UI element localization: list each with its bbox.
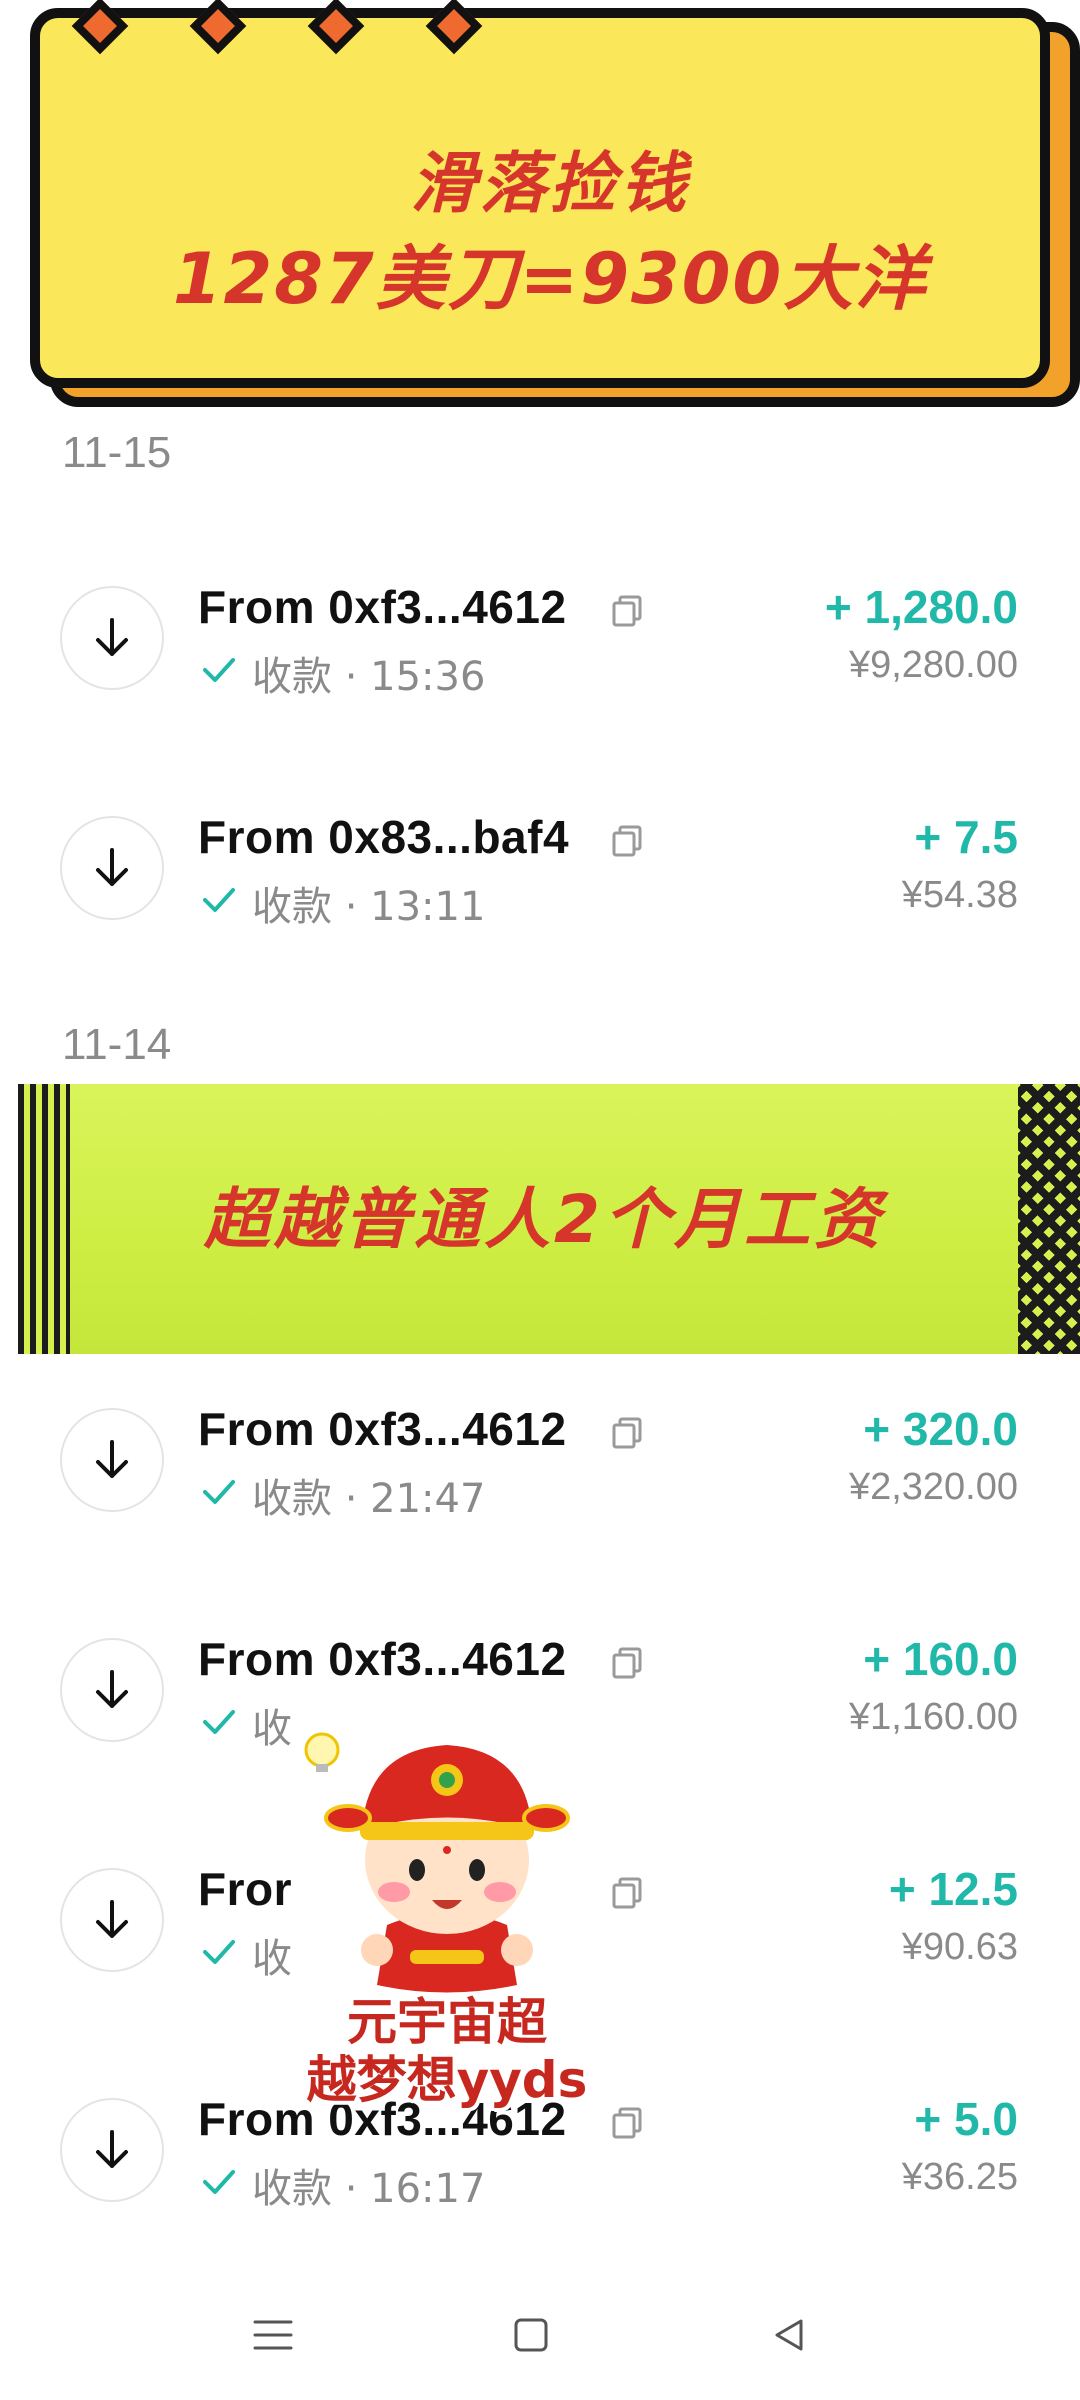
transaction-amount: + 320.0: [863, 1403, 1018, 1455]
check-icon: [202, 1938, 236, 1970]
arrow-down-icon: [60, 1408, 164, 1512]
decor-diamond: [425, 0, 483, 55]
transaction-amount: + 1,280.0: [824, 581, 1018, 633]
sender-address: From 0x83...baf4: [198, 811, 570, 863]
transaction-status: 收款 · 21:47: [252, 1476, 486, 1522]
menu-icon[interactable]: [238, 2300, 308, 2370]
transaction-status: 收款 · 13:11: [252, 884, 486, 930]
fiat-amount: ¥2,320.00: [848, 1466, 1018, 1508]
date-header: 11-15: [62, 428, 172, 477]
fiat-amount: ¥1,160.00: [848, 1696, 1018, 1738]
mascot-caption-line2: 越梦想yyds: [306, 2051, 588, 2109]
decor-diamond: [307, 0, 365, 55]
banner-card: 滑落捡钱 1287美刀=9300大洋: [30, 0, 1050, 388]
check-icon: [202, 886, 236, 918]
copy-icon[interactable]: [610, 1876, 644, 1914]
fiat-amount: ¥9,280.00: [848, 644, 1018, 686]
arrow-down-icon: [60, 1868, 164, 1972]
check-icon: [202, 1478, 236, 1510]
check-icon: [202, 2168, 236, 2200]
arrow-down-icon: [60, 586, 164, 690]
back-triangle-icon[interactable]: [754, 2300, 824, 2370]
arrow-down-icon: [60, 1638, 164, 1742]
copy-icon[interactable]: [610, 594, 644, 632]
banner-title: 滑落捡钱: [410, 145, 690, 222]
transaction-row[interactable]: From 0xf3...4612 收款 · 21:47 + 320.0 ¥2,3…: [0, 1392, 1080, 1562]
transaction-row[interactable]: From 0xf3...4612 收款 · 15:36 + 1,280.0 ¥9…: [0, 570, 1080, 740]
transaction-row[interactable]: From 0x83...baf4 收款 · 13:11 + 7.5 ¥54.38: [0, 800, 1080, 970]
sender-address: From 0xf3...4612: [198, 1633, 567, 1685]
check-icon: [202, 656, 236, 688]
promo-banner-middle: 超越普通人2个月工资: [18, 1084, 1080, 1354]
banner-edge-checker: [1018, 1084, 1080, 1354]
arrow-down-icon: [60, 2098, 164, 2202]
god-of-wealth-mascot-icon: [304, 1732, 570, 1993]
transaction-amount: + 160.0: [863, 1633, 1018, 1685]
fiat-amount: ¥36.25: [901, 2156, 1018, 2198]
copy-icon[interactable]: [610, 824, 644, 862]
check-icon: [202, 1708, 236, 1740]
promo-banner-top: 滑落捡钱 1287美刀=9300大洋: [30, 0, 1080, 412]
transaction-status: 收款 · 16:17: [252, 2166, 486, 2212]
banner-edge-stripes: [18, 1084, 70, 1354]
banner-text: 超越普通人2个月工资: [204, 1181, 884, 1258]
banner-subtitle: 1287美刀=9300大洋: [172, 238, 928, 320]
decor-diamond: [71, 0, 129, 55]
transaction-status: 收款 · 15:36: [252, 654, 486, 700]
fiat-amount: ¥54.38: [901, 874, 1018, 916]
mascot-sticker: 元宇宙超 越梦想yyds: [282, 1710, 612, 2110]
system-navigation-bar: [0, 2270, 1080, 2400]
transaction-amount: + 12.5: [888, 1863, 1018, 1915]
copy-icon[interactable]: [610, 2106, 644, 2144]
arrow-down-icon: [60, 816, 164, 920]
fiat-amount: ¥90.63: [901, 1926, 1018, 1968]
sender-address: From 0xf3...4612: [198, 1403, 567, 1455]
home-square-icon[interactable]: [496, 2300, 566, 2370]
decor-diamond: [189, 0, 247, 55]
sender-address: Fror: [198, 1863, 292, 1915]
sender-address: From 0xf3...4612: [198, 581, 567, 633]
copy-icon[interactable]: [610, 1646, 644, 1684]
transaction-amount: + 5.0: [914, 2093, 1018, 2145]
copy-icon[interactable]: [610, 1416, 644, 1454]
date-header: 11-14: [62, 1020, 172, 1069]
transaction-amount: + 7.5: [914, 811, 1018, 863]
